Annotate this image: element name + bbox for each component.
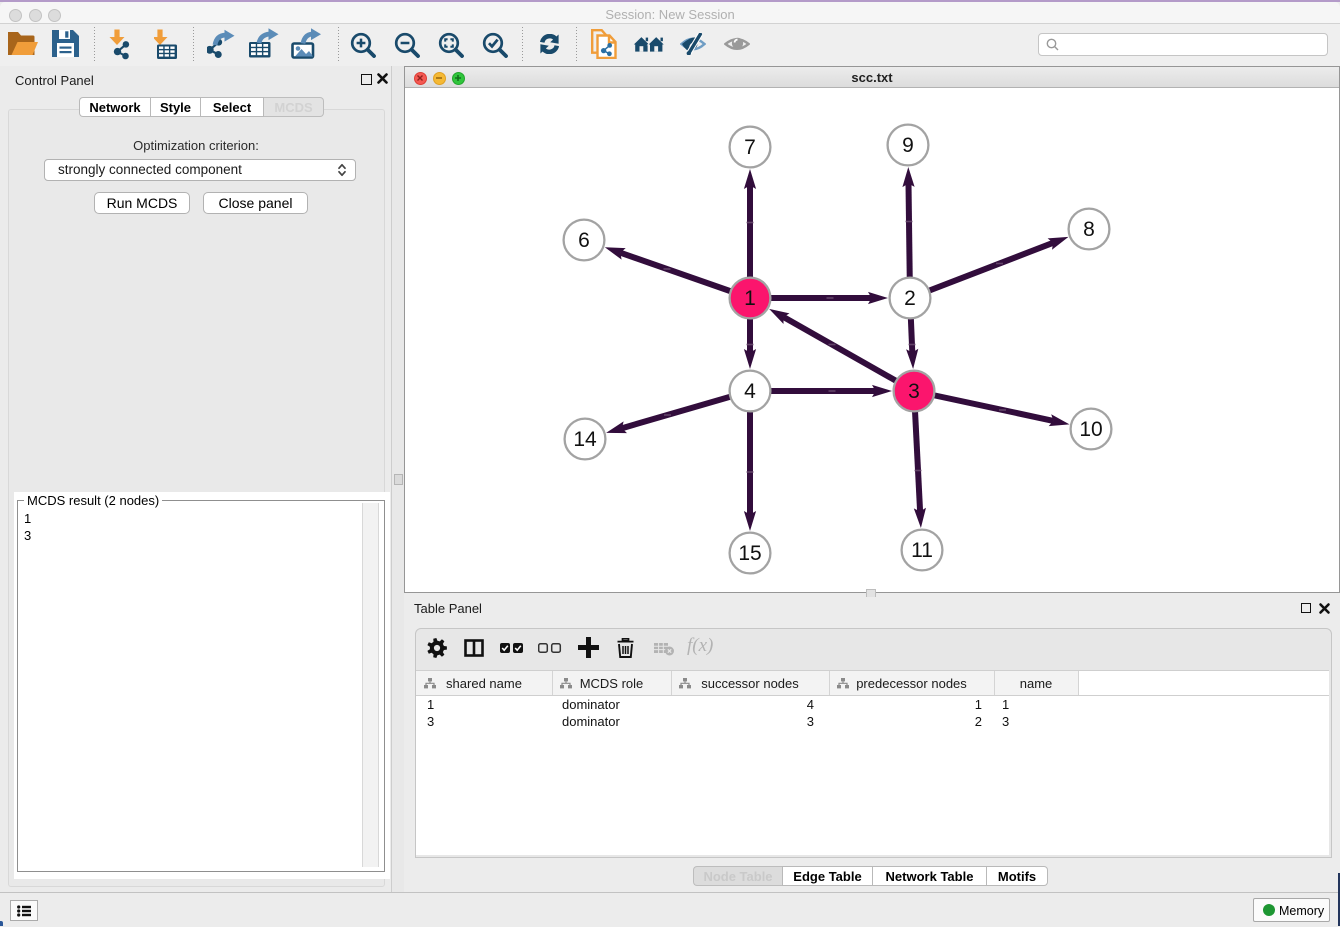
svg-text:6: 6 <box>578 229 590 252</box>
svg-text:4: 4 <box>744 380 756 403</box>
svg-text:2: 2 <box>904 287 916 310</box>
svg-text:1: 1 <box>744 287 756 310</box>
svg-text:3: 3 <box>908 380 920 403</box>
svg-text:14: 14 <box>573 428 597 451</box>
svg-text:10: 10 <box>1079 418 1102 441</box>
svg-text:7: 7 <box>744 136 756 159</box>
svg-text:15: 15 <box>738 542 761 565</box>
svg-text:8: 8 <box>1083 218 1095 241</box>
svg-text:11: 11 <box>911 539 933 562</box>
svg-text:9: 9 <box>902 134 914 157</box>
